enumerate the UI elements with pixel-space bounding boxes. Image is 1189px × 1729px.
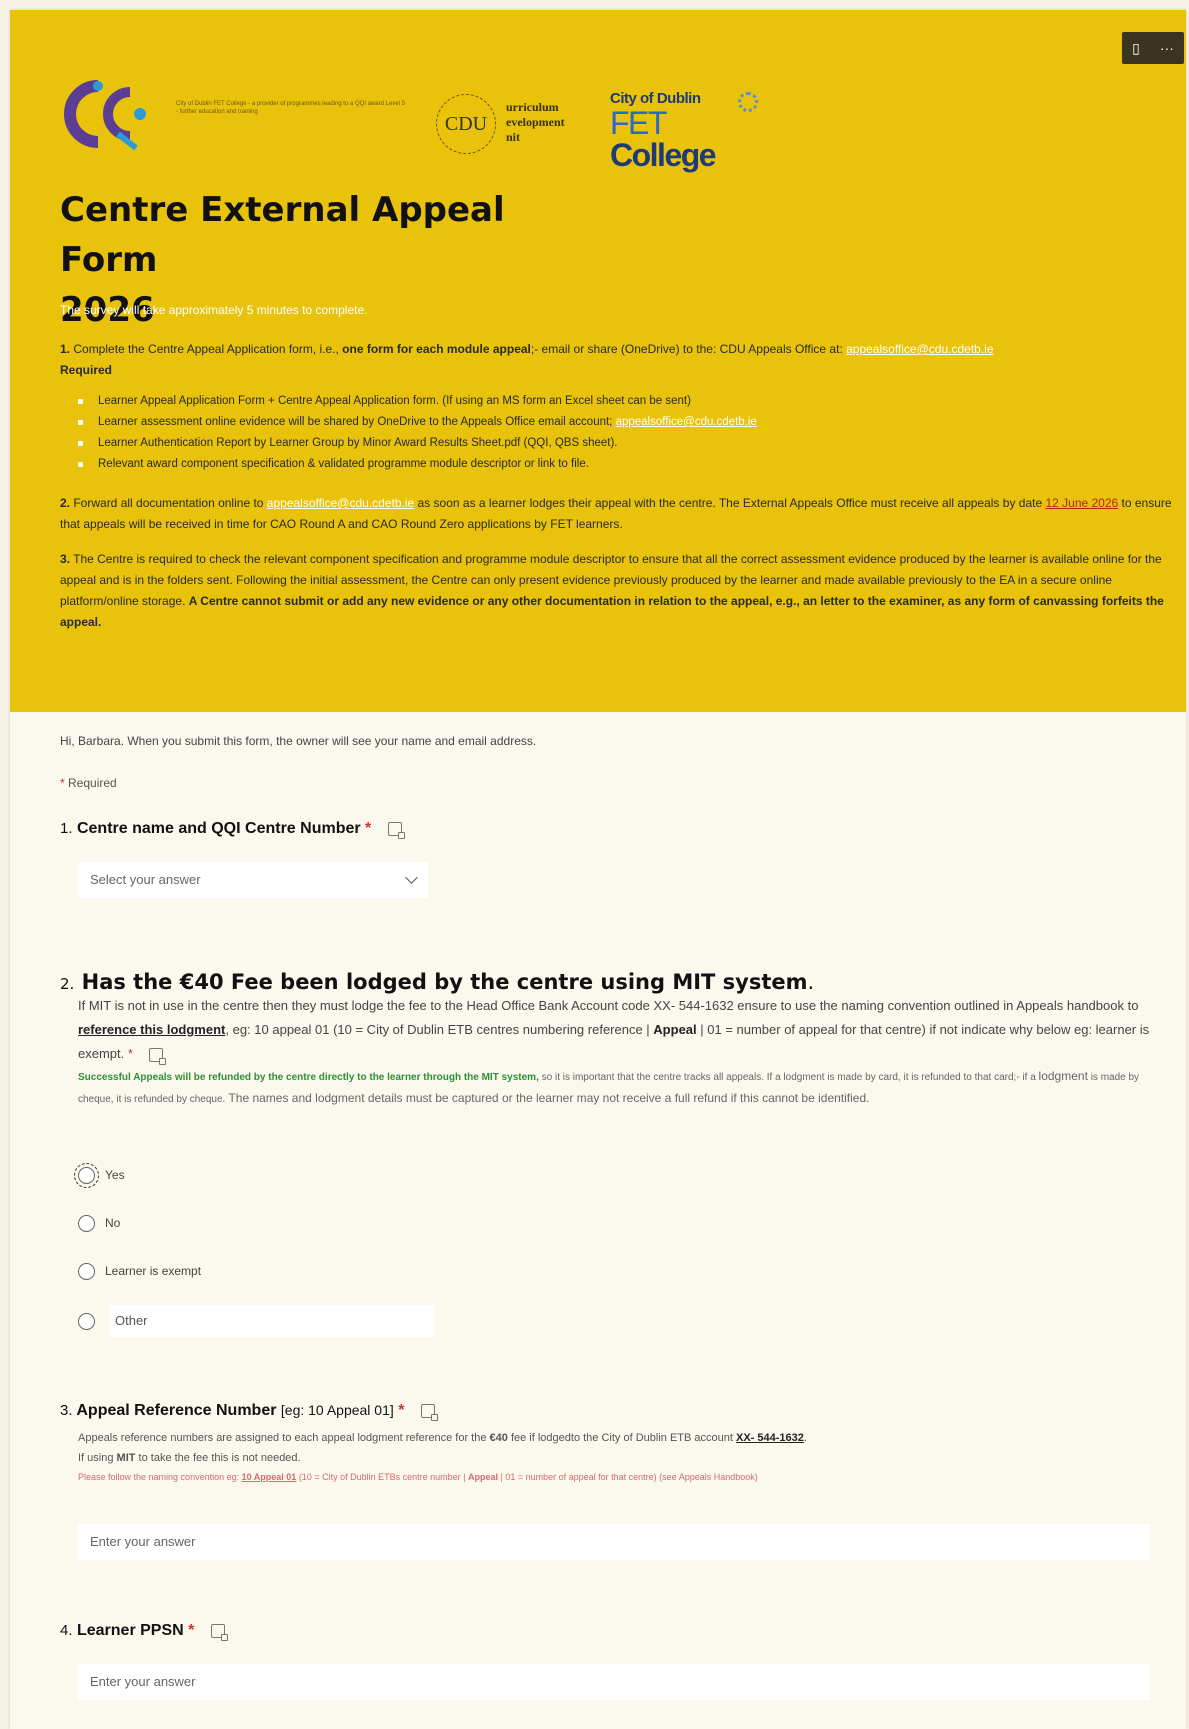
refund-note: Successful Appeals will be refunded by t… bbox=[78, 1069, 1140, 1105]
list-item: Relevant award component specification &… bbox=[78, 454, 1180, 475]
question-3: 3. Appeal Reference Number [eg: 10 Appea… bbox=[60, 1402, 1160, 1560]
required-label: Required bbox=[60, 363, 113, 377]
question-title: 4. Learner PPSN * bbox=[60, 1622, 1160, 1641]
form-description: The survey will take approximately 5 min… bbox=[60, 300, 1180, 633]
other-text-input[interactable]: Other bbox=[109, 1305, 435, 1337]
radio-option-other[interactable]: Other bbox=[78, 1304, 435, 1338]
question-description: If MIT is not in use in the centre then … bbox=[78, 998, 1150, 1065]
email-link[interactable]: appealsoffice@cdu.cdetb.ie bbox=[616, 416, 757, 428]
immersive-reader-icon[interactable] bbox=[387, 821, 405, 839]
immersive-reader-icon[interactable] bbox=[420, 1403, 438, 1421]
appeal-reference-input[interactable]: Enter your answer bbox=[78, 1524, 1150, 1560]
radio-option-no[interactable]: No bbox=[78, 1210, 120, 1236]
greeting-text: Hi, Barbara. When you submit this form, … bbox=[60, 734, 537, 748]
chevron-down-icon bbox=[405, 871, 418, 884]
gear-icon bbox=[738, 92, 758, 112]
survey-duration: The survey will take approximately 5 min… bbox=[60, 303, 368, 317]
instruction-2: 2. Forward all documentation online to a… bbox=[60, 496, 1172, 531]
question-2: 2. Has the €40 Fee been lodged by the ce… bbox=[60, 970, 1160, 1337]
question-4: 4. Learner PPSN * Enter your answer bbox=[60, 1622, 1160, 1722]
question-title: 1. Centre name and QQI Centre Number * bbox=[60, 820, 1160, 839]
cdu-seal: CDU bbox=[436, 94, 496, 154]
naming-convention-note: Please follow the naming convention eg: … bbox=[78, 1472, 758, 1482]
immersive-reader-icon[interactable] bbox=[210, 1623, 228, 1641]
form-header: ▯ ··· City of Dublin FET College - a pro… bbox=[10, 10, 1186, 712]
fet-college-logo: City of Dublin FET College bbox=[610, 90, 758, 171]
email-link[interactable]: appealsoffice@cdu.cdetb.ie bbox=[846, 342, 993, 356]
form-toolbar: ▯ ··· bbox=[1122, 32, 1184, 64]
centre-select-dropdown[interactable]: Select your answer bbox=[78, 862, 428, 898]
question-title: 3. Appeal Reference Number [eg: 10 Appea… bbox=[60, 1402, 1160, 1421]
cdu-name: urriculum evelopment nit bbox=[506, 100, 565, 144]
immersive-reader-icon[interactable] bbox=[148, 1047, 166, 1065]
list-item: Learner assessment online evidence will … bbox=[78, 412, 1180, 433]
logo-banner: City of Dublin FET College - a provider … bbox=[58, 66, 758, 171]
question-1: 1. Centre name and QQI Centre Number * S… bbox=[60, 820, 1160, 910]
ppsn-input[interactable]: Enter your answer bbox=[78, 1664, 1150, 1700]
instruction-1: 1. Complete the Centre Appeal Applicatio… bbox=[60, 342, 994, 356]
more-options-button[interactable]: ··· bbox=[1160, 40, 1174, 56]
instruction-3: 3. The Centre is required to check the r… bbox=[60, 552, 1164, 629]
radio-option-yes[interactable]: Yes bbox=[74, 1162, 125, 1188]
form-card: ▯ ··· City of Dublin FET College - a pro… bbox=[10, 10, 1186, 1729]
radio-button[interactable] bbox=[74, 1162, 99, 1188]
qqi-description: City of Dublin FET College - a provider … bbox=[176, 101, 405, 115]
list-item: Learner Appeal Application Form + Centre… bbox=[78, 391, 1180, 412]
radio-button[interactable] bbox=[78, 1214, 95, 1232]
required-list: Learner Appeal Application Form + Centre… bbox=[78, 391, 1180, 475]
required-note: * Required bbox=[60, 776, 117, 790]
qqi-logo bbox=[64, 80, 146, 151]
list-item: Learner Authentication Report by Learner… bbox=[78, 433, 1180, 454]
question-description: Appeals reference numbers are assigned t… bbox=[78, 1432, 807, 1464]
radio-option-exempt[interactable]: Learner is exempt bbox=[78, 1258, 201, 1284]
deadline-date: 12 June 2026 bbox=[1045, 496, 1119, 510]
email-link[interactable]: appealsoffice@cdu.cdetb.ie bbox=[267, 496, 414, 510]
radio-button[interactable] bbox=[78, 1262, 95, 1280]
question-title: 2. Has the €40 Fee been lodged by the ce… bbox=[60, 970, 815, 994]
radio-button[interactable] bbox=[78, 1312, 95, 1330]
book-icon[interactable]: ▯ bbox=[1132, 40, 1140, 57]
